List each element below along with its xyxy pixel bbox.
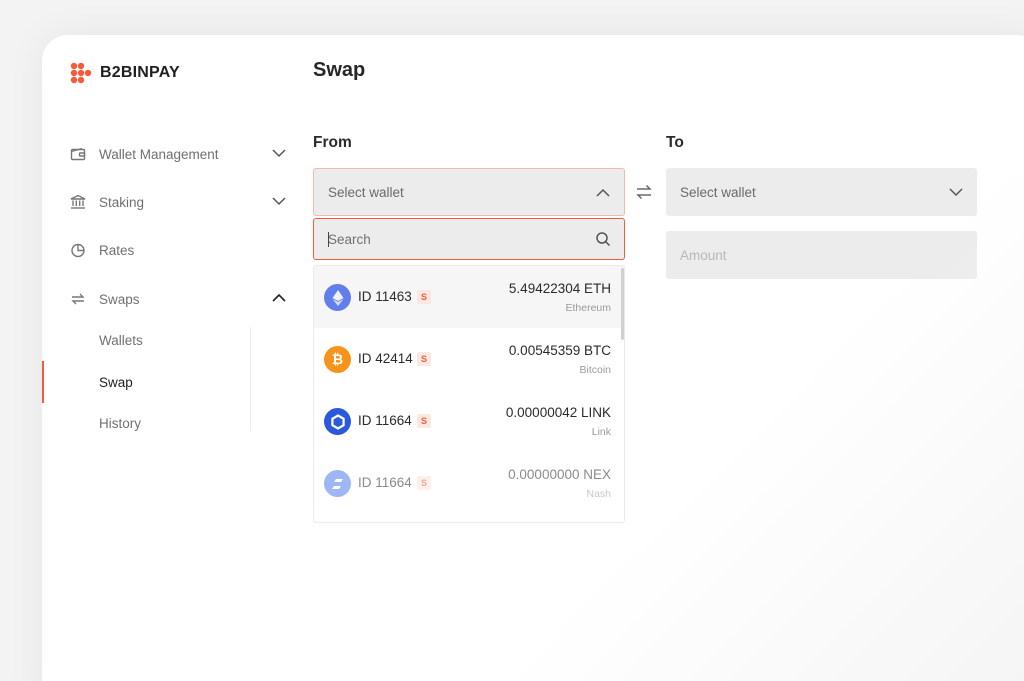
list-item[interactable]: ID 11463 S 5.49422304 ETH Ethereum <box>314 266 624 328</box>
wallet-search-input[interactable] <box>328 231 578 247</box>
wallet-balance: 5.49422304 ETH <box>508 281 611 296</box>
wallet-id: ID 11463 <box>358 289 412 304</box>
wallet-id: ID 11664 <box>358 413 412 428</box>
page-title: Swap <box>313 59 366 81</box>
to-select-placeholder: Select wallet <box>680 184 756 200</box>
amount-input[interactable] <box>680 247 960 263</box>
wallet-network: Ethereum <box>565 302 611 314</box>
wallet-network: Bitcoin <box>579 364 611 376</box>
sidebar-item-wallet-management[interactable]: Wallet Management <box>70 142 286 166</box>
nash-icon <box>324 470 351 497</box>
brand-logo[interactable]: B2BINPAY <box>70 62 180 84</box>
chevron-up-icon <box>596 188 610 197</box>
to-wallet-select[interactable]: Select wallet <box>666 168 977 216</box>
list-item[interactable]: ID 11664 S 0.00000000 NEX Nash <box>314 452 624 514</box>
chevron-down-icon[interactable] <box>272 194 286 208</box>
wallet-balance: 0.00000000 NEX <box>508 467 611 482</box>
wallet-network: Link <box>591 426 611 438</box>
sidebar-item-swaps[interactable]: Swaps <box>70 287 286 311</box>
wallet-badge: S <box>417 476 431 490</box>
wallet-badge: S <box>417 290 431 304</box>
sidebar-item-label: Wallet Management <box>99 146 219 162</box>
sidebar-item-staking[interactable]: Staking <box>70 190 286 214</box>
chainlink-icon <box>324 408 351 435</box>
wallet-balance: 0.00545359 BTC <box>508 343 611 358</box>
b2binpay-logo-icon <box>70 62 92 84</box>
to-label: To <box>666 134 684 151</box>
list-item[interactable]: ₿ ID 42414 S 0.00545359 BTC Bitcoin <box>314 328 624 390</box>
wallet-icon <box>70 146 86 162</box>
sidebar-subitem-history[interactable]: History <box>99 416 141 431</box>
sidebar-subitem-wallets[interactable]: Wallets <box>99 333 143 348</box>
ethereum-icon <box>324 284 351 311</box>
list-scrollbar[interactable] <box>621 268 624 340</box>
wallet-network: Nash <box>586 488 611 500</box>
sidebar-item-label: Rates <box>99 242 135 258</box>
amount-field[interactable] <box>666 231 977 279</box>
sidebar-subitem-swap[interactable]: Swap <box>99 375 133 390</box>
wallet-id: ID 11664 <box>358 475 412 490</box>
list-item[interactable]: ID 11664 S 0.00000042 LINK Link <box>314 390 624 452</box>
swap-arrows-icon <box>70 291 86 307</box>
chevron-up-icon[interactable] <box>272 291 286 305</box>
bank-icon <box>70 194 86 210</box>
wallet-search-box[interactable] <box>313 218 625 260</box>
pie-chart-icon <box>70 242 86 258</box>
text-caret <box>328 232 329 247</box>
wallet-dropdown-list[interactable]: ID 11463 S 5.49422304 ETH Ethereum ₿ ID … <box>313 265 625 523</box>
bitcoin-icon: ₿ <box>324 346 351 373</box>
wallet-id: ID 42414 <box>358 351 413 366</box>
sidebar-item-label: Swaps <box>99 291 140 307</box>
sidebar-item-rates[interactable]: Rates <box>70 238 260 262</box>
submenu-divider <box>250 327 251 431</box>
from-label: From <box>313 134 352 151</box>
search-icon[interactable] <box>595 231 611 247</box>
chevron-down-icon[interactable] <box>272 146 286 160</box>
wallet-badge: S <box>417 352 431 366</box>
sidebar-item-label: Staking <box>99 194 145 210</box>
app-window: B2BINPAY Wallet Management Staking Rates… <box>42 35 1024 681</box>
wallet-balance: 0.00000042 LINK <box>505 405 611 420</box>
brand-name: B2BINPAY <box>100 64 180 81</box>
from-wallet-select[interactable]: Select wallet <box>313 168 625 216</box>
wallet-badge: S <box>417 414 431 428</box>
swap-direction-icon[interactable] <box>635 183 653 201</box>
from-select-placeholder: Select wallet <box>328 184 404 200</box>
chevron-down-icon <box>949 188 963 197</box>
active-indicator <box>42 361 44 403</box>
